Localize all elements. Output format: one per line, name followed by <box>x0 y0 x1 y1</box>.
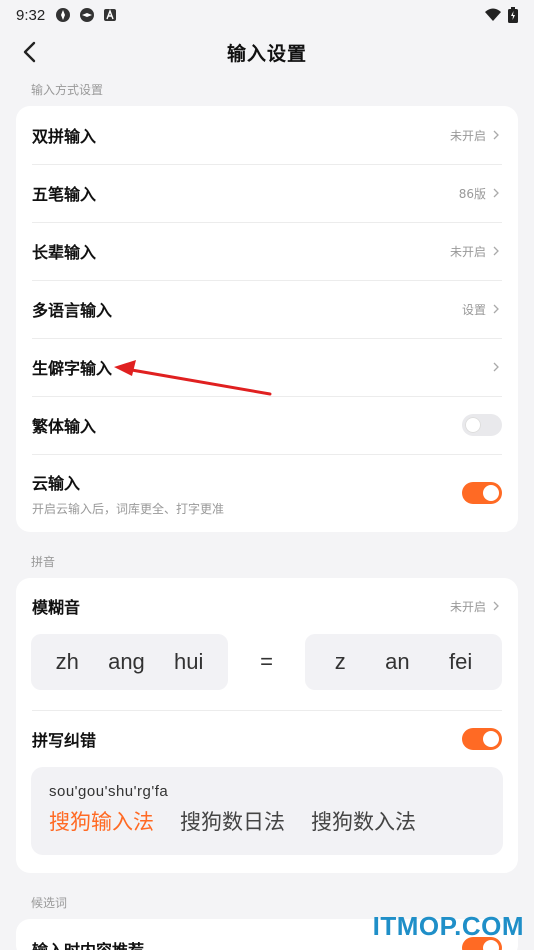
app-notification-icon <box>56 8 71 22</box>
row-title: 输入时内容推荐 <box>32 937 144 950</box>
fuzzy-syllable: z <box>334 649 346 674</box>
spell-correction-toggle[interactable] <box>462 728 502 750</box>
row-spell-correction: 拼写纠错 <box>16 711 518 767</box>
row-value: 未开启 <box>449 128 486 143</box>
row-title: 双拼输入 <box>32 127 97 146</box>
row-cloud: 云输入 开启云输入后，词库更全、打字更准 <box>16 454 518 532</box>
row-fuzzy[interactable]: 模糊音 未开启 <box>16 578 518 634</box>
row-title: 繁体输入 <box>32 417 97 436</box>
back-arrow-icon <box>23 41 36 63</box>
row-rare-characters[interactable]: 生僻字输入 <box>16 338 518 396</box>
candidate-active: 搜狗输入法 <box>49 810 154 834</box>
row-title: 生僻字输入 <box>32 359 113 378</box>
section-label-pinyin: 拼音 <box>31 555 56 569</box>
status-bar: 9:32 <box>0 0 534 30</box>
input-methods-card: 双拼输入 未开启 五笔输入 86版 长辈输入 未开启 多语言输入 设置 生僻字输… <box>16 106 518 532</box>
status-time: 9:32 <box>16 6 46 24</box>
fuzzy-right-box: z an fei <box>305 634 502 690</box>
row-elder[interactable]: 长辈输入 未开启 <box>16 222 518 280</box>
page-title: 输入设置 <box>226 42 307 65</box>
candidate-list: 搜狗输入法 搜狗数日法 搜狗数入法 <box>49 806 485 836</box>
fuzzy-syllable: fei <box>449 649 473 674</box>
back-button[interactable] <box>16 38 44 66</box>
chevron-right-icon <box>493 601 499 611</box>
row-title: 长辈输入 <box>32 243 97 262</box>
fuzzy-left-box: zh ang hui <box>31 634 228 690</box>
fuzzy-example: zh ang hui = z an fei <box>16 634 518 710</box>
app-notification-icon-2 <box>80 8 95 22</box>
chevron-right-icon <box>493 246 499 256</box>
row-wubi[interactable]: 五笔输入 86版 <box>16 164 518 222</box>
wifi-icon <box>485 8 501 21</box>
header: 输入设置 <box>0 30 534 74</box>
chevron-right-icon <box>493 304 499 314</box>
row-subtitle: 开启云输入后，词库更全、打字更准 <box>32 501 225 516</box>
row-title: 模糊音 <box>32 598 81 617</box>
chevron-right-icon <box>493 188 499 198</box>
chevron-right-icon <box>493 130 499 140</box>
row-traditional: 繁体输入 <box>16 396 518 454</box>
row-shuangpin[interactable]: 双拼输入 未开启 <box>16 106 518 164</box>
row-value: 未开启 <box>449 244 486 259</box>
section-label-input-methods: 输入方式设置 <box>31 83 104 97</box>
fuzzy-syllable: zh <box>55 649 79 674</box>
fuzzy-syllable: ang <box>108 649 145 674</box>
row-value: 86版 <box>458 186 486 201</box>
fuzzy-syllable: an <box>385 649 410 674</box>
spell-input-text: sou'gou'shu'rg'fa <box>49 783 169 800</box>
row-title: 云输入 <box>32 473 81 493</box>
spell-correction-example: sou'gou'shu'rg'fa 搜狗输入法 搜狗数日法 搜狗数入法 <box>31 767 503 855</box>
pinyin-card: 模糊音 未开启 zh ang hui = z an fei 拼写纠错 sou'g… <box>16 578 518 873</box>
fuzzy-syllable: hui <box>174 649 204 674</box>
candidate: 搜狗数入法 <box>311 810 416 834</box>
cloud-toggle[interactable] <box>462 482 502 504</box>
battery-icon <box>508 7 518 23</box>
row-multilanguage[interactable]: 多语言输入 设置 <box>16 280 518 338</box>
traditional-toggle[interactable] <box>462 414 502 436</box>
a-badge-icon <box>104 9 117 21</box>
watermark: ITMOP.COM <box>372 911 524 941</box>
row-title: 拼写纠错 <box>32 731 97 750</box>
equals-sign: = <box>260 649 273 674</box>
row-title: 五笔输入 <box>32 185 97 204</box>
row-value: 设置 <box>461 302 486 317</box>
row-title: 多语言输入 <box>32 301 113 320</box>
candidate: 搜狗数日法 <box>180 810 285 834</box>
chevron-right-icon <box>493 362 499 372</box>
row-value: 未开启 <box>449 599 486 614</box>
